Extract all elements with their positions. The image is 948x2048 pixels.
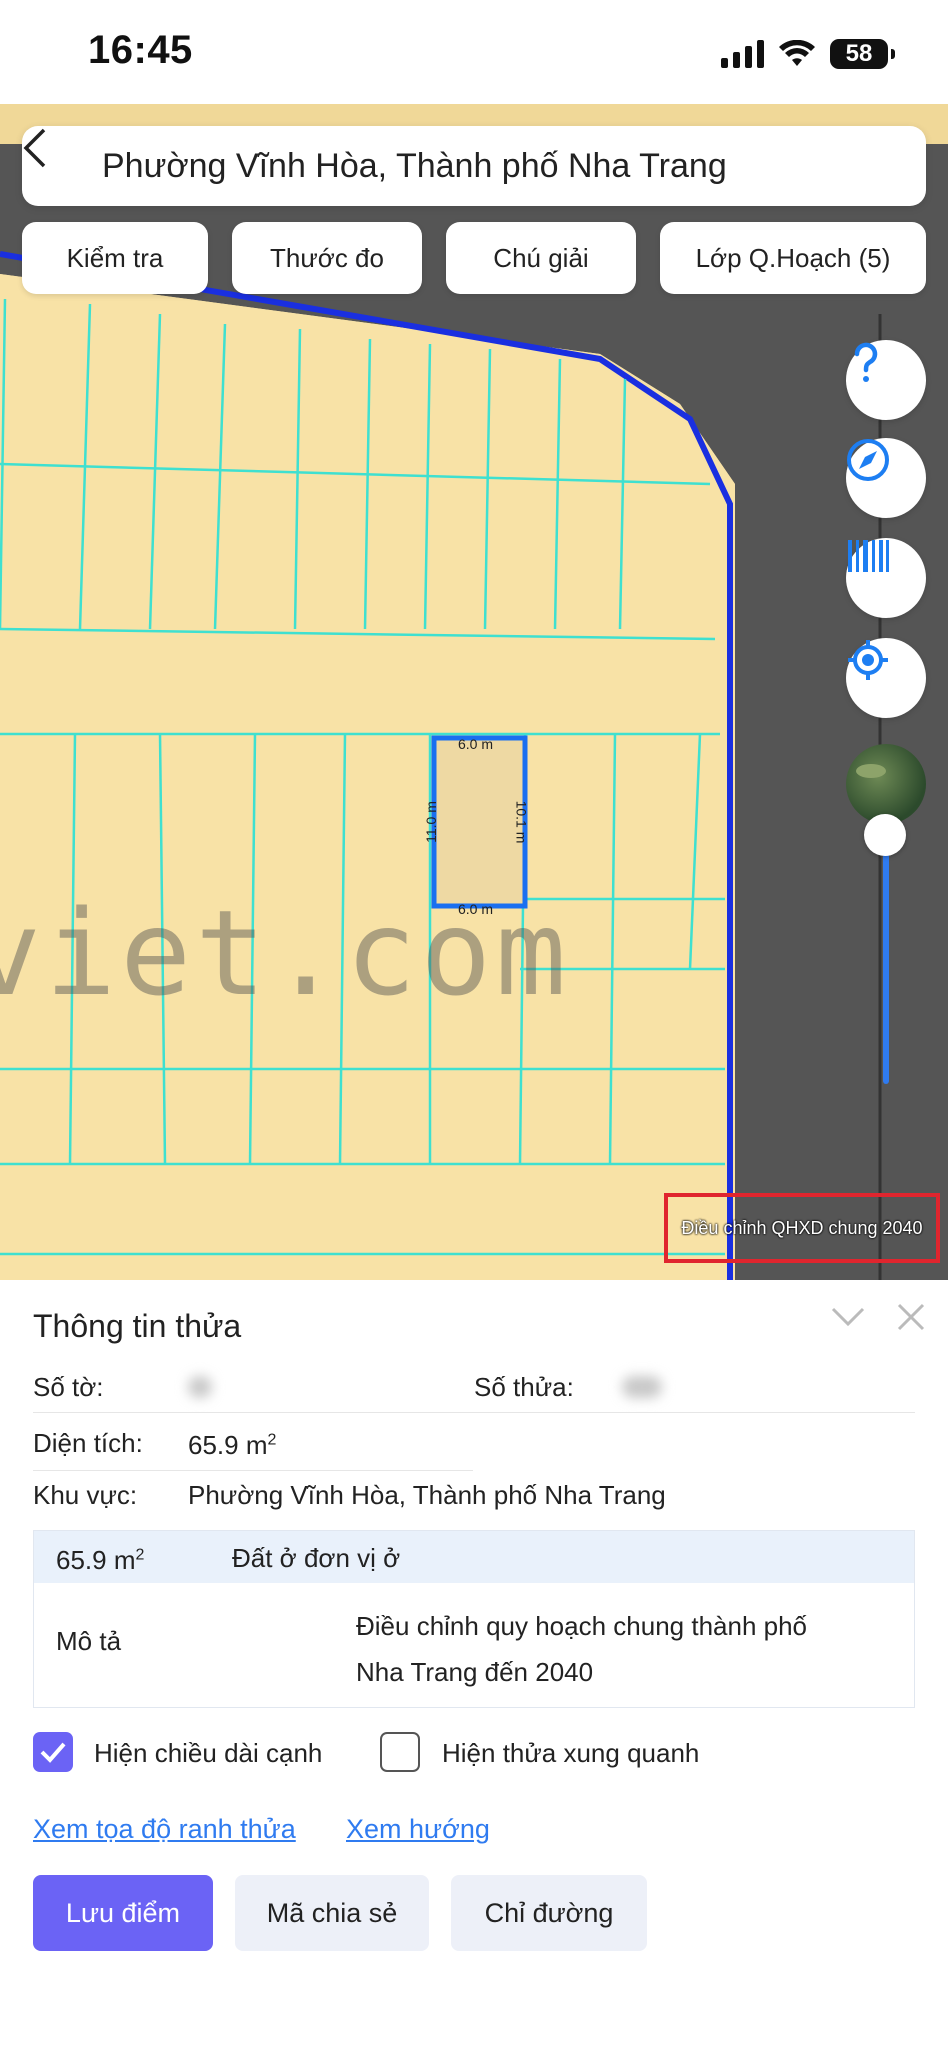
dim-left: 11.0 m — [422, 801, 439, 843]
parcel-number-label: Số thửa: — [474, 1372, 574, 1402]
check-button[interactable]: Kiểm tra — [22, 222, 208, 294]
barcode-icon — [848, 540, 889, 572]
status-icons: 58 — [721, 36, 895, 72]
signal-icon — [721, 40, 764, 68]
satellite-layer-button[interactable] — [846, 744, 926, 824]
sheet-number-label: Số tờ: — [33, 1372, 104, 1402]
opacity-slider-track[interactable] — [883, 834, 889, 1084]
area-label: Diện tích: — [33, 1428, 143, 1458]
map-toolbar: Kiểm tra Thước đo Chú giải Lớp Q.Hoạch (… — [22, 222, 926, 294]
locate-icon — [848, 640, 888, 680]
close-button[interactable] — [896, 1302, 926, 1337]
help-icon — [854, 342, 878, 382]
chevron-down-icon — [831, 1307, 865, 1327]
show-edge-length-label[interactable]: Hiện chiều dài cạnh — [94, 1738, 322, 1769]
view-direction-link[interactable]: Xem hướng — [346, 1814, 490, 1845]
legend-button[interactable]: Chú giải — [446, 222, 636, 294]
show-neighbors-checkbox[interactable] — [380, 1732, 420, 1772]
zone-desc-label: Mô tả — [56, 1626, 122, 1656]
share-code-button[interactable]: Mã chia sẻ — [235, 1875, 429, 1951]
zone-area: 65.9 m2 — [56, 1545, 145, 1575]
search-bar[interactable]: Phường Vĩnh Hòa, Thành phố Nha Trang — [22, 126, 926, 206]
collapse-button[interactable] — [830, 1306, 866, 1333]
battery-icon: 58 — [830, 39, 895, 69]
zone-desc-value: Điều chỉnh quy hoạch chung thành phố Nha… — [356, 1611, 808, 1687]
region-value: Phường Vĩnh Hòa, Thành phố Nha Trang — [188, 1480, 666, 1510]
save-point-button[interactable]: Lưu điểm — [33, 1875, 213, 1951]
close-icon — [897, 1303, 925, 1331]
show-edge-length-checkbox[interactable] — [33, 1732, 73, 1772]
divider — [33, 1412, 915, 1413]
locate-button[interactable] — [846, 638, 926, 718]
compass-icon — [847, 439, 889, 481]
selected-parcel — [431, 735, 528, 909]
barcode-button[interactable] — [846, 538, 926, 618]
area-value: 65.9 m2 — [188, 1430, 277, 1460]
parcel-info-panel: Thông tin thửa Số tờ: Số thửa: Diện tích… — [0, 1280, 948, 2048]
directions-button[interactable]: Chỉ đường — [451, 1875, 647, 1951]
view-boundary-coords-link[interactable]: Xem tọa độ ranh thửa — [33, 1814, 296, 1845]
dim-top: 6.0 m — [458, 736, 494, 752]
compass-button[interactable] — [846, 438, 926, 518]
zoning-header — [34, 1531, 914, 1583]
back-button[interactable] — [22, 126, 102, 206]
chevron-left-icon — [23, 128, 46, 168]
show-neighbors-label[interactable]: Hiện thửa xung quanh — [442, 1738, 699, 1769]
panel-title: Thông tin thửa — [33, 1308, 242, 1344]
ruler-button[interactable]: Thước đo — [232, 222, 422, 294]
dim-right: 10.1 m — [513, 800, 530, 844]
sheet-number-value — [188, 1376, 212, 1398]
status-time: 16:45 — [88, 28, 193, 72]
check-icon — [40, 1742, 66, 1763]
search-location-text[interactable]: Phường Vĩnh Hòa, Thành phố Nha Trang — [102, 147, 727, 186]
wifi-icon — [779, 40, 815, 66]
status-bar: 16:45 58 — [0, 0, 948, 104]
dim-bottom: 6.0 m — [458, 901, 494, 917]
region-label: Khu vực: — [33, 1480, 138, 1510]
map-view[interactable]: viet.com 6.0 m 6.0 m 11.0 m 10.1 m Phườn… — [0, 104, 948, 1280]
planning-layers-button[interactable]: Lớp Q.Hoạch (5) — [660, 222, 926, 294]
help-button[interactable] — [846, 340, 926, 420]
parcel-number-value — [622, 1376, 662, 1398]
opacity-slider-thumb[interactable] — [864, 814, 906, 856]
divider — [33, 1470, 473, 1471]
zoning-table: 65.9 m2 Đất ở đơn vị ở Mô tả Điều chỉnh … — [33, 1530, 915, 1708]
planning-label: Điều chỉnh QHXD chung 2040 — [664, 1193, 940, 1263]
zone-type: Đất ở đơn vị ở — [232, 1543, 401, 1573]
